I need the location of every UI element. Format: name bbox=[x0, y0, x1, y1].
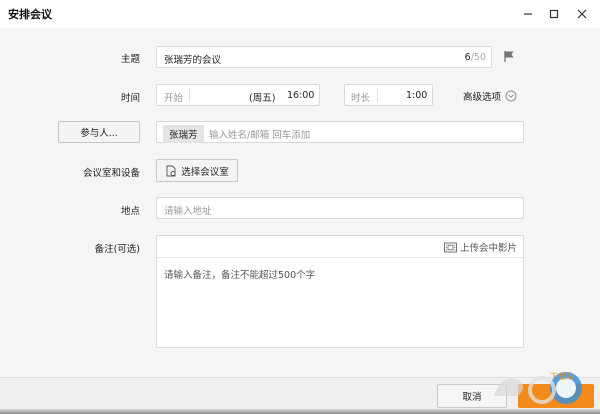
advanced-options-label: 高级选项 bbox=[463, 92, 502, 103]
chevron-down-circle-icon bbox=[505, 90, 517, 102]
watermark-text: 下载站 bbox=[550, 371, 574, 381]
advanced-options-toggle[interactable]: 高级选项 bbox=[463, 89, 517, 103]
participants-button[interactable]: 参与人... bbox=[58, 121, 140, 143]
duration-label: 时长 bbox=[351, 93, 371, 104]
select-room-button[interactable]: 选择会议室 bbox=[156, 159, 238, 182]
start-time-picker[interactable]: 开始 (周五) 16:00 bbox=[156, 84, 320, 106]
room-icon bbox=[166, 165, 176, 176]
location-label: 地点 bbox=[120, 206, 140, 217]
start-divider bbox=[189, 89, 190, 102]
window-title: 安排会议 bbox=[8, 8, 52, 21]
notes-placeholder: 请输入备注，备注不能超过500个字 bbox=[164, 270, 316, 281]
schedule-meeting-window: 安排会议 主题 张瑞芳的会议 6/50 时间 开始 (周五) 16:00 时长 … bbox=[0, 0, 600, 414]
start-label: 开始 bbox=[164, 93, 184, 104]
start-time: 16:00 bbox=[287, 90, 315, 101]
close-icon bbox=[577, 9, 587, 19]
subject-input[interactable]: 张瑞芳的会议 6/50 bbox=[156, 46, 492, 68]
notes-editor[interactable]: 上传会中影片 请输入备注，备注不能超过500个字 bbox=[156, 235, 524, 348]
start-day: (周五) bbox=[249, 93, 276, 104]
flag-button[interactable] bbox=[503, 50, 515, 66]
minimize-icon bbox=[524, 13, 532, 15]
subject-char-counter: 6/50 bbox=[464, 52, 486, 63]
site-watermark-logo: 下载站 bbox=[488, 366, 592, 412]
duration-divider bbox=[377, 89, 378, 102]
duration-value: 1:00 bbox=[406, 90, 428, 101]
notes-label: 备注(可选) bbox=[94, 244, 140, 255]
subject-value: 张瑞芳的会议 bbox=[164, 55, 222, 66]
room-label: 会议室和设备 bbox=[82, 168, 140, 179]
bottom-edge bbox=[0, 409, 600, 414]
title-bar: 安排会议 bbox=[0, 0, 600, 28]
participant-tag[interactable]: 张瑞芳 bbox=[163, 125, 204, 143]
upload-video-label: 上传会中影片 bbox=[459, 243, 517, 254]
maximize-button[interactable] bbox=[544, 4, 564, 24]
watermark-graphic: 下载站 bbox=[494, 371, 582, 404]
flag-icon bbox=[504, 51, 514, 62]
select-room-label: 选择会议室 bbox=[181, 166, 229, 178]
location-placeholder: 请输入地址 bbox=[164, 206, 212, 217]
duration-picker[interactable]: 时长 1:00 bbox=[344, 84, 433, 106]
close-button[interactable] bbox=[572, 4, 592, 24]
maximize-icon bbox=[549, 9, 559, 19]
upload-video-button[interactable]: 上传会中影片 bbox=[444, 240, 517, 254]
film-icon bbox=[444, 242, 457, 252]
time-label: 时间 bbox=[120, 93, 140, 104]
subject-label: 主题 bbox=[120, 54, 140, 65]
minimize-button[interactable] bbox=[518, 4, 538, 24]
location-input[interactable]: 请输入地址 bbox=[156, 197, 524, 219]
participants-input[interactable]: 张瑞芳 输入姓名/邮箱 回车添加 bbox=[156, 121, 524, 143]
participants-placeholder: 输入姓名/邮箱 回车添加 bbox=[209, 130, 311, 141]
notes-toolbar: 上传会中影片 bbox=[157, 236, 523, 258]
